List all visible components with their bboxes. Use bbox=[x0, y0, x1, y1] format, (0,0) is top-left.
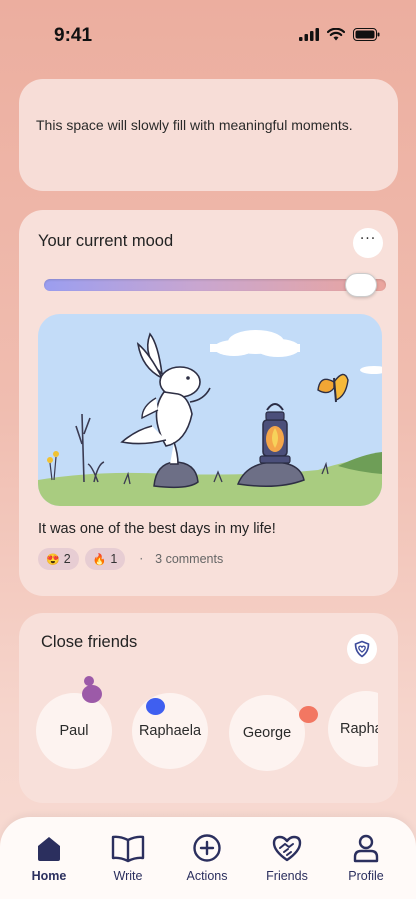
tab-label: Write bbox=[113, 869, 143, 883]
reaction-count: 1 bbox=[110, 552, 118, 566]
plus-circle-icon bbox=[193, 834, 221, 862]
rabbit-lantern-illustration bbox=[38, 314, 382, 506]
tab-friends[interactable]: Friends bbox=[249, 833, 325, 893]
mood-slider[interactable] bbox=[44, 273, 386, 297]
friend-name: Raphaela bbox=[340, 721, 378, 737]
intro-text: This space will slowly fill with meaning… bbox=[36, 117, 353, 133]
friend-name: George bbox=[242, 725, 292, 741]
home-icon bbox=[38, 837, 60, 861]
friend-bubble-paul[interactable]: Paul bbox=[36, 693, 112, 769]
friend-name: Paul bbox=[59, 723, 89, 739]
friend-status-dot bbox=[146, 698, 165, 715]
friend-status-dot bbox=[82, 685, 102, 703]
reaction-chip-love[interactable]: 😍 2 bbox=[38, 548, 79, 570]
privacy-shield-button[interactable] bbox=[347, 634, 377, 664]
mood-illustration bbox=[38, 314, 382, 506]
mood-caption: It was one of the best days in my life! bbox=[38, 521, 276, 537]
person-icon bbox=[353, 834, 379, 863]
tab-home[interactable]: Home bbox=[11, 833, 87, 893]
heart-handshake-icon bbox=[272, 835, 302, 862]
tab-label: Profile bbox=[348, 869, 384, 883]
status-icons bbox=[299, 28, 380, 41]
intro-card: This space will slowly fill with meaning… bbox=[19, 79, 398, 191]
friend-status-dot bbox=[299, 706, 318, 723]
reaction-count: 2 bbox=[63, 552, 71, 566]
reactions-row: 😍 2 🔥 1 · 3 comments bbox=[38, 548, 223, 570]
wifi-icon bbox=[327, 28, 345, 41]
friend-bubble-raphaela-2[interactable]: Raphaela bbox=[328, 691, 378, 767]
friend-bubble-george[interactable]: George bbox=[229, 695, 305, 771]
tab-label: Actions bbox=[186, 869, 228, 883]
friend-bubble-raphaela[interactable]: Raphaela bbox=[132, 693, 208, 769]
status-bar: 9:41 bbox=[0, 0, 416, 70]
bottom-tab-bar: Home Write Actions Friends Profile bbox=[0, 817, 416, 899]
tab-label: Home bbox=[31, 869, 67, 883]
tab-profile[interactable]: Profile bbox=[328, 833, 404, 893]
comments-link[interactable]: 3 comments bbox=[155, 552, 223, 566]
status-time: 9:41 bbox=[54, 25, 93, 46]
mood-title: Your current mood bbox=[38, 232, 174, 250]
tab-write[interactable]: Write bbox=[90, 833, 166, 893]
more-options-button[interactable]: ··· bbox=[353, 228, 383, 258]
fire-emoji-icon: 🔥 bbox=[92, 553, 107, 566]
book-icon bbox=[111, 835, 145, 863]
friend-name: Raphaela bbox=[138, 723, 202, 739]
friends-title: Close friends bbox=[41, 633, 138, 651]
friends-list: Paul Raphaela George Raphaela bbox=[36, 673, 378, 783]
heart-eyes-emoji-icon: 😍 bbox=[46, 553, 60, 566]
reaction-chip-fire[interactable]: 🔥 1 bbox=[84, 548, 126, 570]
shield-heart-icon bbox=[354, 640, 370, 658]
tab-actions[interactable]: Actions bbox=[169, 833, 245, 893]
mood-slider-thumb[interactable] bbox=[344, 273, 377, 297]
battery-icon bbox=[353, 28, 380, 41]
close-friends-card: Close friends Paul Raphaela George Rapha… bbox=[19, 613, 398, 803]
tab-label: Friends bbox=[266, 869, 308, 883]
separator-dot: · bbox=[139, 552, 144, 566]
signal-icon bbox=[299, 28, 319, 41]
mood-card: Your current mood ··· It was one of the … bbox=[19, 210, 398, 596]
